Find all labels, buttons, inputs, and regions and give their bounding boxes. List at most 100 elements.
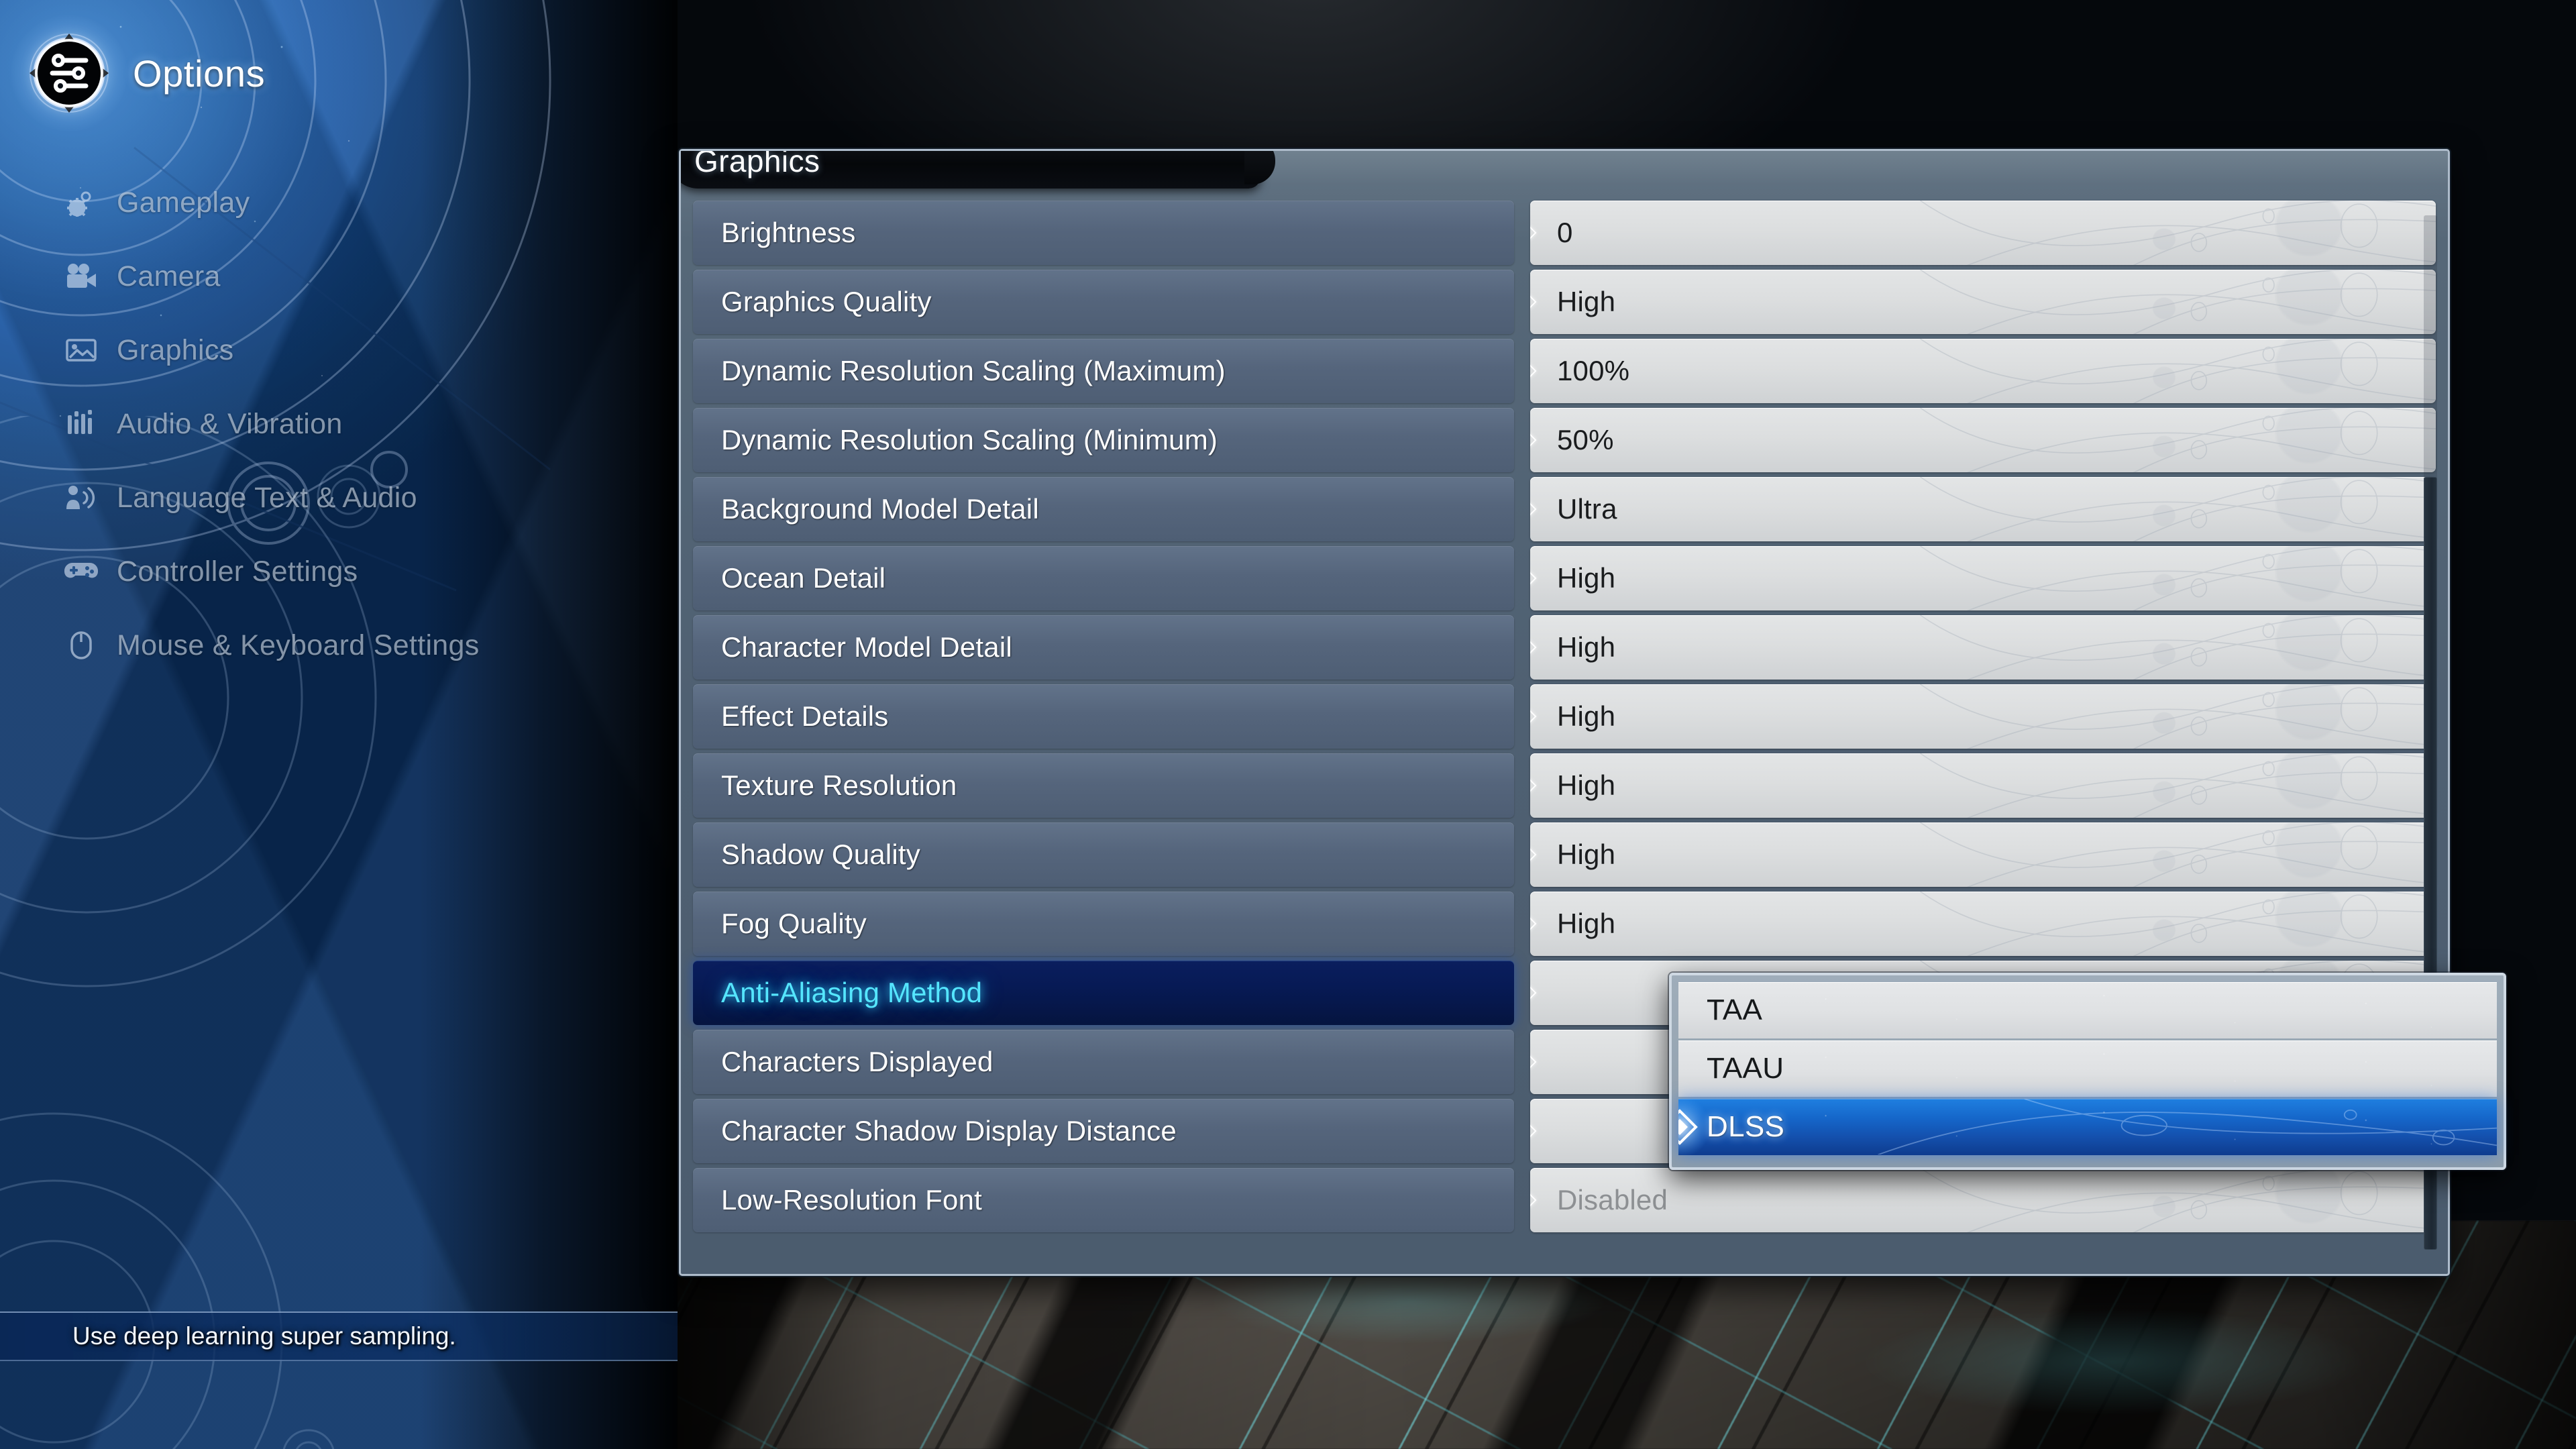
settings-row[interactable]: Texture ResolutionHigh (693, 753, 2436, 818)
settings-row-value-box[interactable]: High (1530, 753, 2436, 818)
settings-row-gap (1514, 201, 1530, 265)
sidebar-item-camera[interactable]: Camera (64, 254, 614, 299)
audio-levels-icon (64, 409, 98, 439)
value-selector-diamond-icon (1530, 639, 1537, 655)
settings-row[interactable]: Background Model Detail Ultra (693, 477, 2436, 541)
settings-row-value-box[interactable]: 100% (1530, 339, 2436, 403)
value-selector-diamond-icon (1530, 916, 1537, 932)
settings-row-value-box[interactable]: Ultra (1530, 477, 2436, 541)
settings-row-label-box[interactable]: Effect Details (693, 684, 1514, 749)
dropdown-option[interactable]: TAAU (1678, 1040, 2497, 1097)
settings-row-gap (1514, 1168, 1530, 1232)
settings-row-label-box[interactable]: Texture Resolution (693, 753, 1514, 818)
settings-row-gap (1514, 822, 1530, 887)
settings-row-value-box[interactable]: High (1530, 270, 2436, 334)
settings-row[interactable]: Effect Details High (693, 684, 2436, 749)
settings-row-value: High (1557, 839, 1615, 871)
value-selector-diamond-icon (1530, 777, 1537, 794)
settings-row-label-box[interactable]: Character Shadow Display Distance (693, 1099, 1514, 1163)
settings-row-label-box[interactable]: Brightness (693, 201, 1514, 265)
settings-row-value-box[interactable]: High (1530, 684, 2436, 749)
settings-row-label: Fog Quality (721, 908, 867, 940)
settings-row-gap (1514, 753, 1530, 818)
settings-row-gap (1514, 615, 1530, 680)
dropdown-option[interactable]: DLSS (1678, 1099, 2497, 1155)
dropdown-option-label: TAA (1707, 994, 1762, 1027)
help-description-bar: Use deep learning super sampling. (0, 1311, 678, 1361)
dropdown-active-decoration (1678, 1099, 2497, 1155)
settings-row-value-box[interactable]: High (1530, 615, 2436, 680)
settings-row-gap (1514, 961, 1530, 1025)
movie-camera-icon (64, 261, 98, 292)
settings-row-value-box[interactable]: High (1530, 546, 2436, 610)
settings-row-label-box[interactable]: Background Model Detail (693, 477, 1514, 541)
sidebar-item-graphics[interactable]: Graphics (64, 327, 614, 373)
settings-row-label-box[interactable]: Graphics Quality (693, 270, 1514, 334)
value-field-decoration (1530, 270, 2436, 334)
settings-row-label: Dynamic Resolution Scaling (Minimum) (721, 424, 1218, 456)
anti-aliasing-dropdown[interactable]: TAA TAAU DLSS (1669, 973, 2506, 1170)
value-field-decoration (1530, 477, 2436, 541)
settings-row-value-box[interactable]: 50% (1530, 408, 2436, 472)
settings-row-label-box[interactable]: Shadow Quality (693, 822, 1514, 887)
sidebar-item-label: Mouse & Keyboard Settings (117, 629, 480, 662)
settings-row[interactable]: Ocean DetailHigh (693, 546, 2436, 610)
settings-row-value-box[interactable]: High (1530, 822, 2436, 887)
sidebar-item-controller-settings[interactable]: Controller Settings (64, 549, 614, 594)
settings-row-label-box[interactable]: Ocean Detail (693, 546, 1514, 610)
dropdown-option-label: DLSS (1707, 1110, 1784, 1144)
settings-row[interactable]: Brightness 0 (693, 201, 2436, 265)
options-title-group: Options (28, 32, 265, 114)
options-sliders-icon (28, 32, 110, 114)
settings-row-gap (1514, 546, 1530, 610)
value-field-decoration (1530, 546, 2436, 610)
value-selector-diamond-icon (1530, 1123, 1537, 1139)
settings-row-label: Low-Resolution Font (721, 1184, 982, 1216)
dropdown-option-texture (1678, 1040, 2497, 1097)
settings-row-label-box[interactable]: Low-Resolution Font (693, 1168, 1514, 1232)
settings-row-label: Characters Displayed (721, 1046, 994, 1078)
settings-row[interactable]: Character Model Detail High (693, 615, 2436, 680)
sidebar-item-mouse-keyboard-settings[interactable]: Mouse & Keyboard Settings (64, 623, 614, 668)
settings-row-value-box[interactable]: Disabled (1530, 1168, 2436, 1232)
settings-row[interactable]: Low-Resolution Font Disabled (693, 1168, 2436, 1232)
settings-row-value: High (1557, 286, 1615, 318)
dropdown-option[interactable]: TAA (1678, 982, 2497, 1038)
settings-row-value-box[interactable]: High (1530, 892, 2436, 956)
settings-row-label-box[interactable]: Anti-Aliasing Method (693, 961, 1514, 1025)
tab-graphics[interactable]: Graphics (681, 151, 1260, 189)
settings-row-value: 0 (1557, 217, 1573, 249)
settings-row-label-box[interactable]: Characters Displayed (693, 1030, 1514, 1094)
settings-row-value-box[interactable]: 0 (1530, 201, 2436, 265)
settings-row[interactable]: Shadow Quality High (693, 822, 2436, 887)
value-field-decoration (1530, 408, 2436, 472)
settings-row-label-box[interactable]: Dynamic Resolution Scaling (Minimum) (693, 408, 1514, 472)
sidebar-item-gameplay[interactable]: Gameplay (64, 180, 614, 225)
settings-row[interactable]: Fog Quality High (693, 892, 2436, 956)
settings-row-value: Disabled (1557, 1184, 1668, 1216)
value-selector-diamond-icon (1530, 501, 1537, 517)
settings-row-label: Anti-Aliasing Method (721, 977, 982, 1009)
speaker-person-icon (64, 482, 98, 513)
settings-row-value: Ultra (1557, 493, 1617, 525)
settings-row[interactable]: Dynamic Resolution Scaling (Maximum)100% (693, 339, 2436, 403)
settings-row-value: High (1557, 700, 1615, 733)
value-selector-diamond-icon (1530, 1054, 1537, 1070)
sidebar-item-audio-vibration[interactable]: Audio & Vibration (64, 401, 614, 447)
game-options-screen: Options (0, 0, 2576, 1449)
value-selector-diamond-icon (1530, 1192, 1537, 1208)
value-selector-diamond-icon (1530, 294, 1537, 310)
settings-row[interactable]: Dynamic Resolution Scaling (Minimum) 50% (693, 408, 2436, 472)
settings-row-gap (1514, 408, 1530, 472)
settings-row-label-box[interactable]: Fog Quality (693, 892, 1514, 956)
settings-row-value: High (1557, 631, 1615, 663)
settings-row-label-box[interactable]: Character Model Detail (693, 615, 1514, 680)
options-sidebar: Options (0, 0, 678, 1449)
dropdown-option-label: TAAU (1707, 1052, 1784, 1085)
value-selector-diamond-icon (1530, 708, 1537, 724)
settings-row[interactable]: Graphics Quality High (693, 270, 2436, 334)
sidebar-item-language-text-audio[interactable]: Language Text & Audio (64, 475, 614, 521)
rings-decoration-bottom (0, 1040, 496, 1449)
settings-row-label-box[interactable]: Dynamic Resolution Scaling (Maximum) (693, 339, 1514, 403)
sidebar-item-label: Language Text & Audio (117, 482, 417, 515)
